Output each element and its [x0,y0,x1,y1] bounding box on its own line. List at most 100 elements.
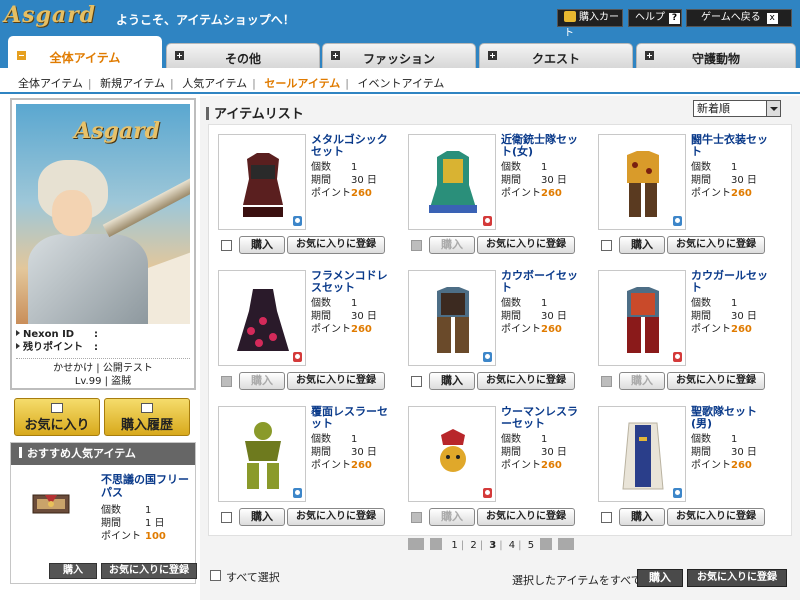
item-name[interactable]: 近衛銃士隊セット(女) [501,134,585,158]
reco-buy-button[interactable]: 購入 [49,563,97,579]
item-period: 期間 30 日 [501,447,567,458]
free-pass-icon[interactable] [27,479,75,527]
add-favorite-button[interactable]: お気に入りに登録 [477,236,575,254]
last-page-icon[interactable] [558,538,575,550]
item-point: ポイント 260 [311,324,372,335]
page-1[interactable]: 1 [448,539,460,553]
item-thumbnail[interactable] [218,406,306,502]
buy-button[interactable]: 購入 [429,372,475,390]
add-favorite-button[interactable]: お気に入りに登録 [287,508,385,526]
item-thumbnail[interactable] [408,406,496,502]
item-checkbox [601,376,612,387]
help-button[interactable]: ヘルプ? [628,9,682,27]
buy-button[interactable]: 購入 [239,236,285,254]
buy-button[interactable]: 購入 [619,508,665,526]
tab-all-items[interactable]: 全体アイテム [8,36,162,68]
sort-value: 新着順 [697,102,730,115]
favorites-button[interactable]: お気に入り [14,398,100,436]
item-point: ポイント 260 [501,188,562,199]
favorites-label: お気に入り [24,418,90,433]
item-checkbox[interactable] [411,376,422,387]
male-icon [673,216,682,226]
item-name[interactable]: ウーマンレスラーセット [501,406,585,430]
item-checkbox [411,240,422,251]
item-name[interactable]: メタルゴシックセット [311,134,395,158]
tab-other[interactable]: その他 [166,43,320,68]
sidebar: Asgard Nexon ID : 残りポイント : かせかけ | 公開テスト … [0,96,200,600]
page-3[interactable]: 3 [486,539,499,553]
add-favorite-button[interactable]: お気に入りに登録 [287,372,385,390]
costume-image [440,429,466,472]
item-thumbnail[interactable] [598,270,686,366]
buy-button: 購入 [619,372,665,390]
item-thumbnail[interactable] [218,270,306,366]
page-5[interactable]: 5 [525,539,537,553]
buy-selected-button[interactable]: 購入 [637,569,683,587]
item-checkbox[interactable] [221,240,232,251]
subnav-separator: | [170,77,174,90]
page-4[interactable]: 4 [506,539,518,553]
subnav-event-items[interactable]: イベントアイテム [358,77,445,90]
item-checkbox[interactable] [221,512,232,523]
add-favorite-button[interactable]: お気に入りに登録 [287,236,385,254]
selected-items-label: 選択したアイテムをすべて [512,574,642,587]
item-name[interactable]: 聖歌隊セット(男) [691,406,775,430]
prev-page-icon[interactable] [430,538,443,550]
add-favorite-button[interactable]: お気に入りに登録 [667,508,765,526]
item-point: ポイント 260 [501,324,562,335]
recommended-title: おすすめ人気アイテム [27,447,136,460]
item-thumbnail[interactable] [408,134,496,230]
item-period: 期間 30 日 [311,311,377,322]
subnav-all-items[interactable]: 全体アイテム [18,77,83,90]
select-all-checkbox[interactable] [210,570,221,581]
add-favorite-button[interactable]: お気に入りに登録 [667,372,765,390]
item-qty: 個数 1 [691,434,738,445]
item-checkbox[interactable] [601,512,612,523]
nexon-id-value: : [94,329,98,340]
item-thumbnail[interactable] [598,406,686,502]
status-line-2: Lv.99 | 盗賊 [74,376,132,387]
item-name[interactable]: 覆面レスラーセット [311,406,395,430]
reco-favorite-button[interactable]: お気に入りに登録 [101,563,197,579]
first-page-icon[interactable] [408,538,424,550]
tab-guardian-animals[interactable]: 守護動物 [636,43,796,68]
favorite-selected-button[interactable]: お気に入りに登録 [687,569,787,587]
asgard-logo[interactable]: Asgard [4,2,96,28]
item-name[interactable]: フラメンコドレスセット [311,270,395,294]
item-period: 期間 30 日 [501,311,567,322]
tab-label: クエスト [531,52,580,66]
subnav-new-items[interactable]: 新規アイテム [100,77,165,90]
buy-button[interactable]: 購入 [239,508,285,526]
next-page-icon[interactable] [540,538,553,550]
tab-label: 守護動物 [691,52,740,66]
item-thumbnail[interactable] [218,134,306,230]
subnav-sale-items[interactable]: セールアイテム [264,77,340,90]
subnav-separator: | [87,77,92,90]
item-thumbnail[interactable] [598,134,686,230]
add-favorite-button[interactable]: お気に入りに登録 [477,508,575,526]
item-name[interactable]: カウガールセット [691,270,775,294]
recommended-item-name[interactable]: 不思議の国フリーパス [101,473,191,499]
add-favorite-button[interactable]: お気に入りに登録 [667,236,765,254]
subnav-popular-items[interactable]: 人気アイテム [182,77,247,90]
arrow-icon [16,343,20,349]
sort-select[interactable]: 新着順 [693,100,781,117]
account-info: Nexon ID : 残りポイント : [16,328,190,359]
costume-image [243,153,283,217]
item-checkbox[interactable] [601,240,612,251]
cart-button[interactable]: 購入カート [557,9,623,39]
tab-quest[interactable]: クエスト [479,43,633,68]
tab-fashion[interactable]: ファッション [322,43,476,68]
female-icon [293,352,302,362]
page-2[interactable]: 2 [467,539,479,553]
purchase-history-button[interactable]: 購入履歴 [104,398,190,436]
item-thumbnail[interactable] [408,270,496,366]
buy-button[interactable]: 購入 [619,236,665,254]
item-card: ウーマンレスラーセット 個数 1 期間 30 日ポイント 260 購入 お気に入りに登録 [403,400,593,536]
item-name[interactable]: カウボーイセット [501,270,585,294]
item-point: ポイント 260 [691,460,752,471]
back-to-game-button[interactable]: ゲームへ戻る x [686,9,792,27]
item-period: 期間 30 日 [311,175,377,186]
item-name[interactable]: 闘牛士衣装セット [691,134,775,158]
add-favorite-button[interactable]: お気に入りに登録 [477,372,575,390]
